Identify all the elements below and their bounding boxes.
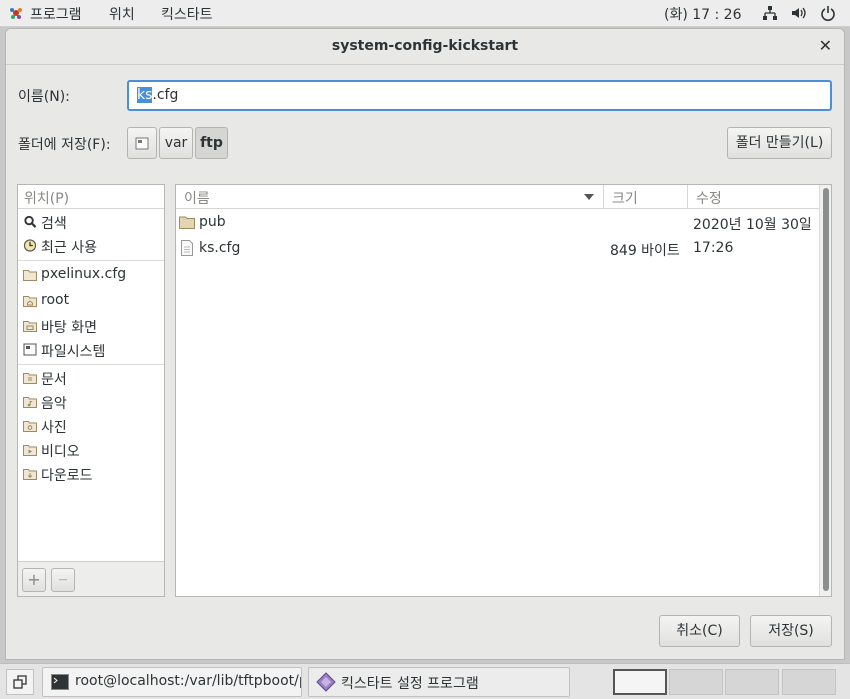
- clock[interactable]: (화) 17 : 26: [664, 4, 742, 24]
- file-row[interactable]: ks.cfg 849 바이트 17:26: [176, 236, 821, 261]
- place-documents[interactable]: 문서: [18, 366, 164, 390]
- videos-folder-icon: [23, 445, 37, 456]
- folder-label: 폴더에 저장(F):: [18, 137, 111, 153]
- dialog-title: system-config-kickstart: [331, 38, 519, 54]
- path-root-button[interactable]: [127, 127, 157, 159]
- drive-icon: [23, 343, 37, 356]
- places-toolbar: + —: [18, 561, 164, 596]
- show-desktop-icon: [13, 675, 27, 689]
- file-name: pub: [199, 214, 226, 230]
- apps-icon: [10, 8, 22, 19]
- name-label: 이름(N):: [18, 89, 70, 105]
- folder-icon: [179, 216, 195, 229]
- column-size[interactable]: 크기: [612, 188, 638, 208]
- place-recent[interactable]: 최근 사용: [18, 234, 164, 258]
- column-separator: [687, 185, 688, 209]
- file-list-scrollbar[interactable]: [819, 185, 831, 596]
- home-folder-icon: [23, 296, 37, 307]
- place-desktop[interactable]: 바탕 화면: [18, 314, 164, 338]
- terminal-task-label: root@localhost:/var/lib/tftpboot/px…: [75, 673, 301, 689]
- place-downloads[interactable]: 다운로드: [18, 462, 164, 486]
- file-name: ks.cfg: [199, 240, 241, 256]
- music-folder-icon: [23, 397, 37, 408]
- workspace-2[interactable]: [669, 669, 723, 695]
- title-bar[interactable]: system-config-kickstart ✕: [6, 29, 844, 65]
- downloads-folder-icon: [23, 469, 37, 480]
- column-name[interactable]: 이름: [184, 188, 210, 208]
- file-name-input[interactable]: ks.cfg: [127, 80, 832, 111]
- places-sidebar: 위치(P) 검색 최근 사용 pxelinux.cfg root 바탕 화면 파…: [17, 184, 165, 597]
- volume-icon[interactable]: [790, 5, 806, 21]
- place-label: root: [41, 292, 70, 308]
- add-bookmark-button[interactable]: +: [22, 568, 46, 592]
- places-separator: [18, 364, 164, 365]
- applications-menu[interactable]: 프로그램: [30, 4, 82, 24]
- workspace-4[interactable]: [782, 669, 836, 695]
- name-selected-text: ks: [137, 87, 153, 103]
- folder-icon: [23, 270, 37, 281]
- scrollbar-thumb[interactable]: [823, 188, 829, 591]
- drive-icon: [135, 137, 149, 150]
- place-search[interactable]: 검색: [18, 210, 164, 234]
- places-menu[interactable]: 위치: [109, 4, 135, 24]
- places-header: 위치(P): [18, 185, 164, 209]
- places-separator: [18, 260, 164, 261]
- file-list-header: 이름 크기 수정: [176, 185, 821, 209]
- kickstart-task-label: 킥스타트 설정 프로그램: [341, 676, 479, 692]
- recent-icon: [23, 239, 37, 252]
- place-pictures[interactable]: 사진: [18, 414, 164, 438]
- column-separator: [603, 185, 604, 209]
- place-label: 비디오: [41, 444, 80, 460]
- place-label: 검색: [41, 216, 67, 232]
- desktop-folder-icon: [23, 321, 37, 332]
- place-label: 바탕 화면: [41, 320, 97, 336]
- taskbar-terminal[interactable]: root@localhost:/var/lib/tftpboot/px…: [42, 667, 302, 697]
- documents-folder-icon: [23, 373, 37, 384]
- place-label: 파일시스템: [41, 344, 106, 360]
- place-label: pxelinux.cfg: [41, 266, 127, 282]
- remove-bookmark-button[interactable]: —: [51, 568, 75, 592]
- create-folder-button[interactable]: 폴더 만들기(L): [727, 127, 832, 159]
- network-icon[interactable]: [762, 5, 778, 21]
- place-label: 문서: [41, 372, 67, 388]
- workspace-1[interactable]: [613, 669, 667, 695]
- file-modified: 2020년 10월 30일: [693, 217, 812, 233]
- taskbar: root@localhost:/var/lib/tftpboot/px… 킥스타…: [0, 663, 850, 699]
- sort-descending-icon[interactable]: [584, 194, 594, 200]
- top-panel: 프로그램 위치 킥스타트 (화) 17 : 26: [0, 0, 850, 27]
- column-modified[interactable]: 수정: [696, 188, 722, 208]
- path-var-button[interactable]: var: [159, 127, 193, 159]
- place-filesystem[interactable]: 파일시스템: [18, 338, 164, 362]
- place-label: 최근 사용: [41, 240, 97, 256]
- pictures-folder-icon: [23, 421, 37, 432]
- close-icon[interactable]: ✕: [819, 36, 832, 55]
- file-row[interactable]: pub 2020년 10월 30일: [176, 210, 821, 235]
- kickstart-menu[interactable]: 킥스타트: [161, 4, 213, 24]
- power-icon[interactable]: [820, 5, 836, 21]
- search-icon: [24, 215, 37, 228]
- file-size: 849 바이트: [610, 243, 680, 259]
- place-videos[interactable]: 비디오: [18, 438, 164, 462]
- show-desktop-button[interactable]: [6, 669, 34, 695]
- kickstart-icon: [316, 672, 336, 692]
- path-ftp-button[interactable]: ftp: [195, 127, 228, 159]
- file-icon: [181, 240, 193, 256]
- taskbar-kickstart[interactable]: 킥스타트 설정 프로그램: [308, 667, 570, 697]
- place-label: 사진: [41, 420, 67, 436]
- file-modified: 17:26: [693, 240, 734, 256]
- save-dialog: system-config-kickstart ✕ 이름(N): ks.cfg …: [5, 28, 845, 660]
- cancel-button[interactable]: 취소(C): [659, 615, 740, 647]
- place-pxelinux[interactable]: pxelinux.cfg: [18, 263, 164, 287]
- place-label: 음악: [41, 396, 67, 412]
- place-music[interactable]: 음악: [18, 390, 164, 414]
- place-root[interactable]: root: [18, 289, 164, 313]
- terminal-icon: [51, 674, 69, 690]
- workspace-3[interactable]: [725, 669, 779, 695]
- place-label: 다운로드: [41, 468, 93, 484]
- name-rest-text: .cfg: [152, 87, 179, 103]
- file-list[interactable]: 이름 크기 수정 pub 2020년 10월 30일 ks.cfg 849 바이…: [175, 184, 832, 597]
- save-button[interactable]: 저장(S): [750, 615, 832, 647]
